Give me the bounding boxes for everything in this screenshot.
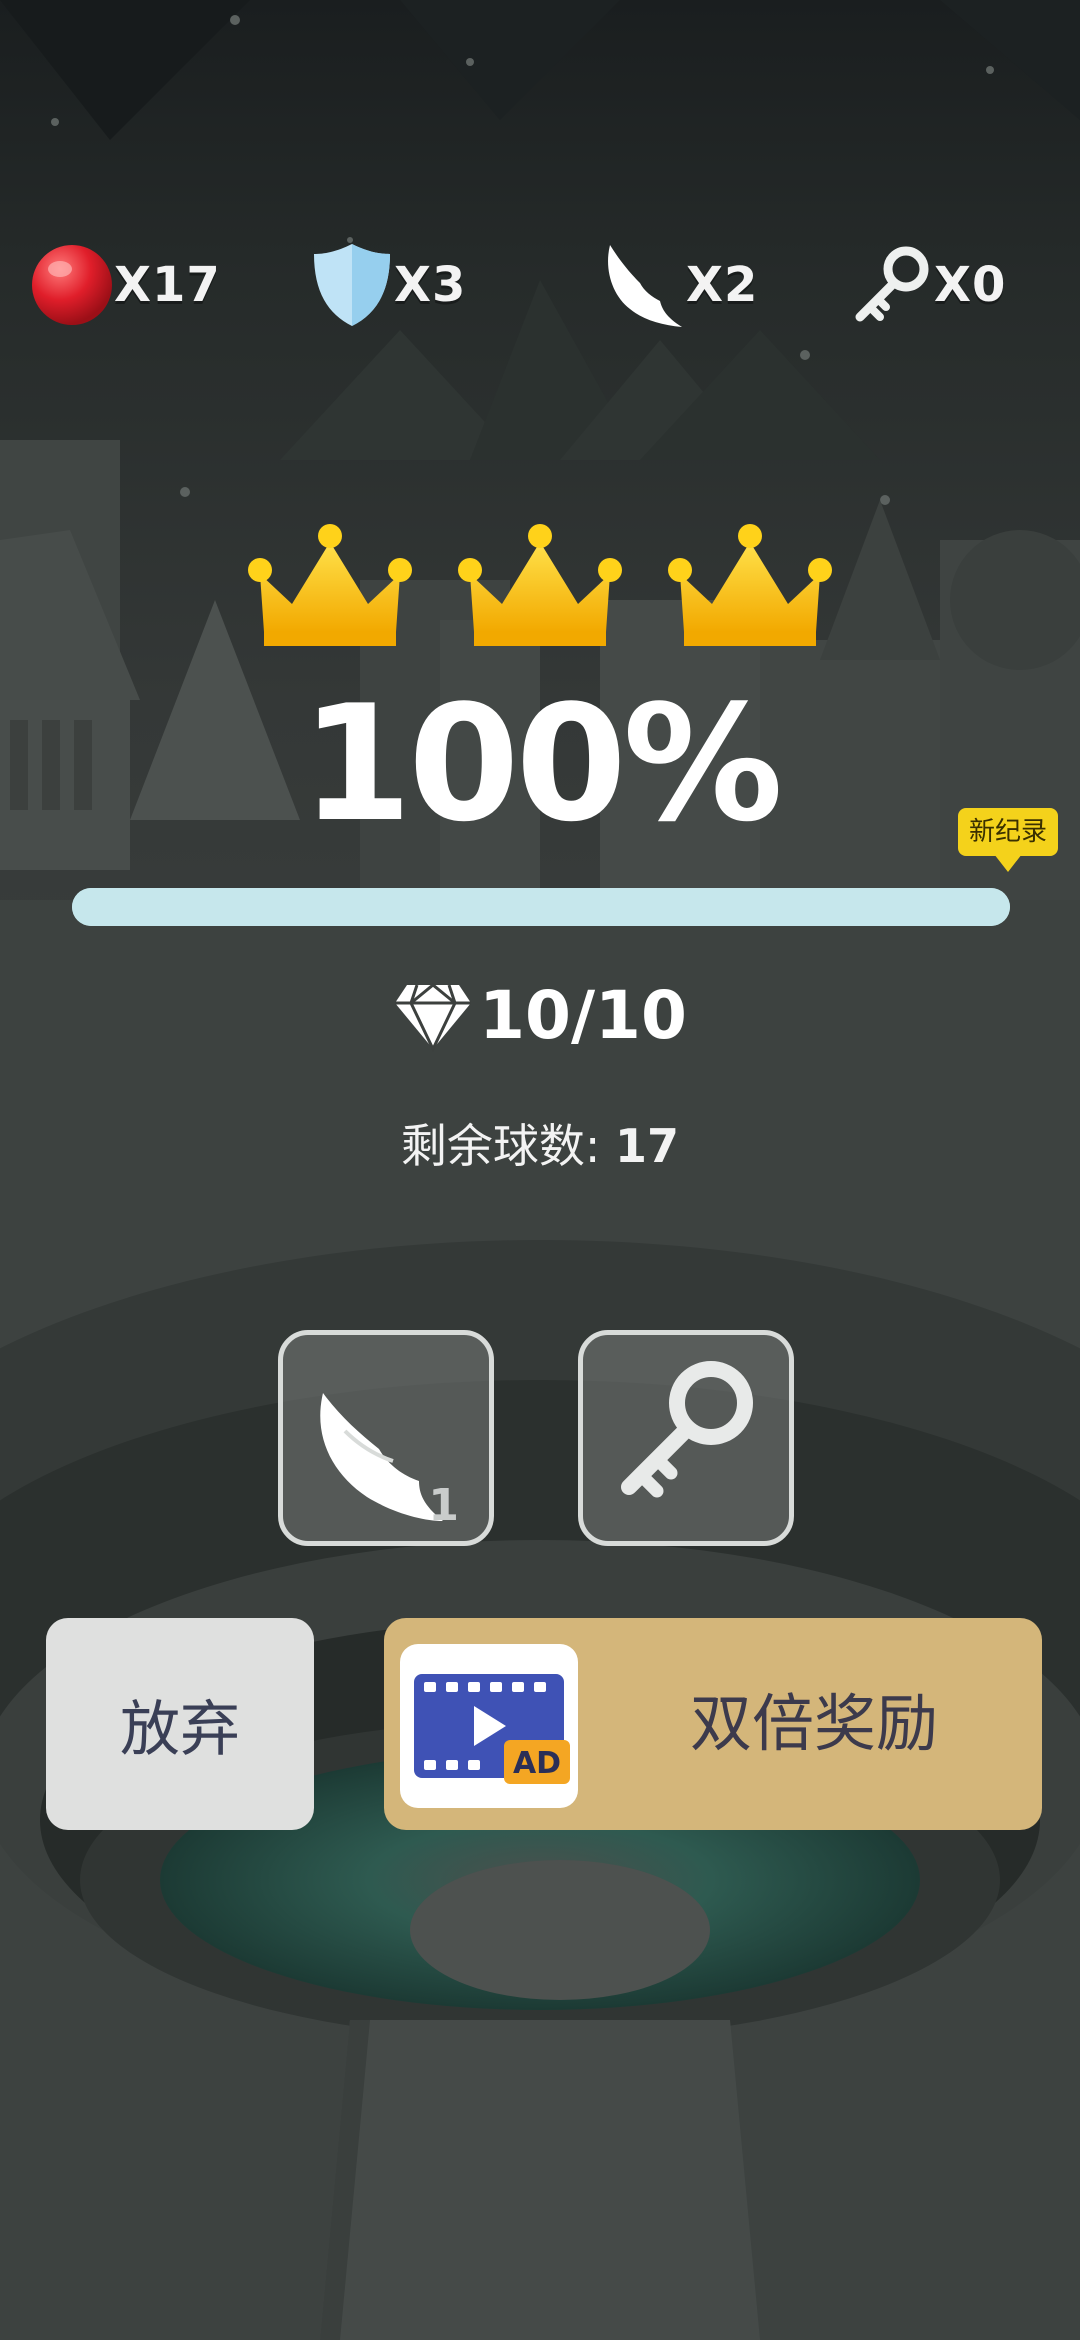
key-icon (855, 246, 929, 322)
hud-balls-count: X17 (114, 257, 221, 313)
new-record-label: 新纪录 (958, 808, 1058, 856)
hud-wings: X2 (600, 240, 758, 330)
hud-shields: X3 (310, 240, 466, 330)
hud-wings-count: X2 (686, 257, 759, 313)
key-icon (621, 1361, 753, 1498)
balls-remaining: 剩余球数: 17 (0, 1110, 1080, 1176)
wing-icon (608, 245, 682, 327)
wing-count: 1 (428, 1480, 459, 1531)
progress-bar-fill (72, 888, 1010, 926)
progress-bar (72, 888, 1010, 926)
hud-shields-count: X3 (394, 257, 467, 313)
gem-count: 10/10 (479, 976, 687, 1054)
new-record-badge: 新纪录 (958, 808, 1058, 878)
hud-keys-count: X0 (934, 257, 1007, 313)
use-key-button[interactable] (578, 1330, 794, 1546)
crown-icon-2 (458, 524, 622, 646)
diamond-icon (395, 983, 472, 1053)
completion-percent: 100% (300, 670, 783, 857)
crown-icon-3 (668, 524, 832, 646)
hud-balls: X17 (30, 240, 221, 330)
ad-video-icon: AD (400, 1644, 578, 1808)
gem-counter: 10/10 (0, 975, 1080, 1055)
balls-remaining-value: 17 (615, 1119, 680, 1173)
use-wing-button[interactable]: 1 (278, 1330, 494, 1546)
shield-icon (314, 244, 390, 326)
ad-tag: AD (513, 1746, 561, 1781)
crown-rating (248, 524, 832, 646)
crown-icon-1 (248, 524, 412, 646)
balls-remaining-label: 剩余球数: (400, 1119, 601, 1173)
give-up-label: 放弃 (120, 1694, 240, 1765)
red-ball-icon (32, 245, 112, 325)
double-reward-button[interactable]: AD 双倍奖励 (384, 1618, 1042, 1830)
hud-keys: X0 (850, 240, 1006, 330)
double-reward-label: 双倍奖励 (689, 1687, 938, 1760)
give-up-button[interactable]: 放弃 (46, 1618, 314, 1830)
